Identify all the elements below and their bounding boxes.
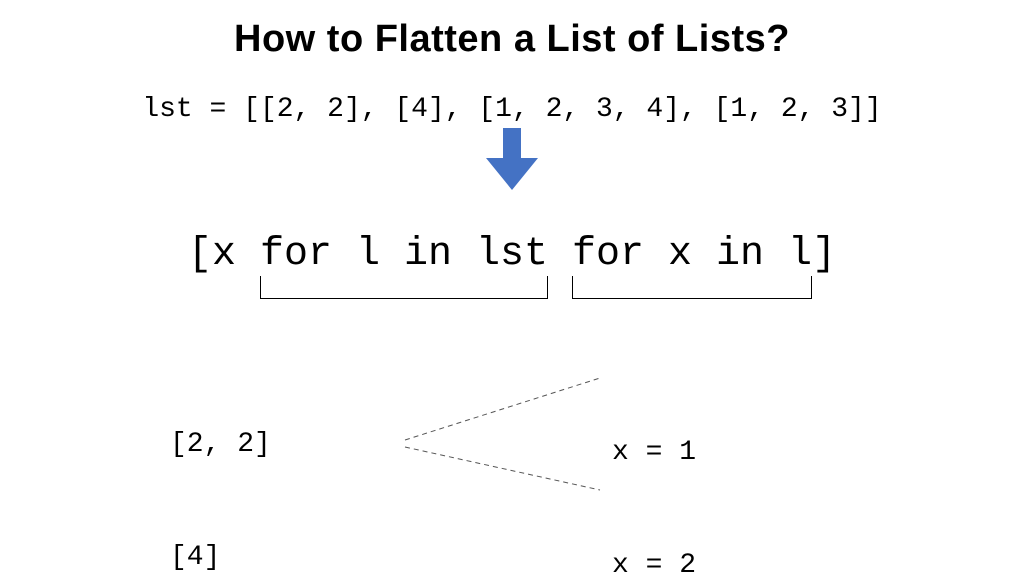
elements-column: x = 1 x = 2 x = 3 x = 4 xyxy=(612,358,696,576)
comp-expr: x xyxy=(212,232,260,277)
comp-open-bracket: [ xyxy=(188,232,212,277)
diagram-stage: How to Flatten a List of Lists? lst = [[… xyxy=(0,0,1024,576)
comp-segment-outer-loop: for l in lst xyxy=(260,232,548,277)
arrow-down-icon xyxy=(486,128,538,190)
lst-assignment: lst = [[2, 2], [4], [1, 2, 3, 4], [1, 2,… xyxy=(0,94,1024,125)
comp-seg1-text: for l in lst xyxy=(260,232,548,277)
sublist-row: [2, 2] xyxy=(170,426,372,464)
comp-gap xyxy=(548,232,572,277)
sublists-column: [2, 2] [4] [1, 2, 3, 4] [1, 2, 3] xyxy=(170,350,372,576)
bracket-left-icon xyxy=(260,276,548,299)
bracket-right-icon xyxy=(572,276,812,299)
expansion-lines-icon xyxy=(380,340,610,520)
element-row: x = 1 xyxy=(612,434,696,472)
element-row: x = 2 xyxy=(612,547,696,576)
comprehension-line: [x for l in lst for x in l] xyxy=(0,232,1024,277)
comp-segment-inner-loop: for x in l xyxy=(572,232,812,277)
comp-seg2-text: for x in l xyxy=(572,232,812,277)
page-title: How to Flatten a List of Lists? xyxy=(0,18,1024,61)
sublist-row: [4] xyxy=(170,539,372,576)
comp-close-bracket: ] xyxy=(812,232,836,277)
